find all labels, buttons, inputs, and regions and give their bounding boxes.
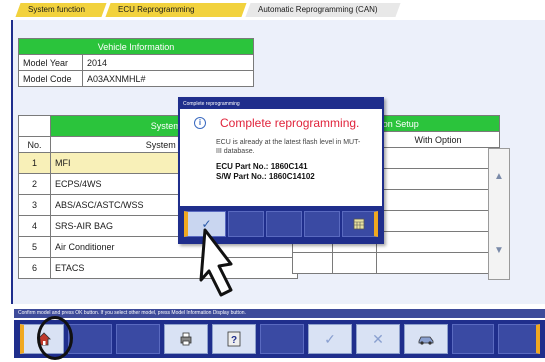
dialog-title: Complete reprogramming.	[220, 116, 360, 130]
print-button[interactable]	[164, 324, 208, 354]
cancel-button[interactable]: ✕	[356, 324, 400, 354]
blank-button[interactable]	[498, 324, 540, 354]
breadcrumb: System function ECU Reprogramming Automa…	[0, 0, 545, 20]
vehicle-info-header: Vehicle Information	[18, 38, 254, 55]
ecu-part-label: ECU Part No.:	[216, 162, 269, 171]
scroll-up-icon[interactable]: ▲	[494, 171, 504, 182]
tab-system-function[interactable]: System function	[15, 3, 107, 17]
dialog-title-bar: Complete reprogramming	[180, 99, 382, 109]
blank-button[interactable]	[68, 324, 112, 354]
hint-bar: Confirm model and press OK button. If yo…	[14, 309, 545, 318]
tab-automatic-reprogramming-label: Automatic Reprogramming (CAN)	[258, 5, 378, 14]
row-no: 2	[18, 173, 51, 195]
row-no: 4	[18, 215, 51, 237]
info-icon: i	[194, 117, 206, 129]
dialog-message: ECU is already at the latest flash level…	[216, 139, 361, 155]
help-button[interactable]: ?	[212, 324, 256, 354]
row-no: 1	[18, 152, 51, 174]
blank-button[interactable]	[452, 324, 494, 354]
svg-text:?: ?	[231, 335, 237, 346]
row-no: 3	[18, 194, 51, 216]
tab-ecu-reprogramming-label: ECU Reprogramming	[118, 5, 195, 14]
model-code-value: A03AXNMHL#	[82, 70, 254, 87]
table-row: Model Code A03AXNMHL#	[18, 70, 254, 87]
cancel-icon: ✕	[372, 330, 384, 347]
sw-part-value: 1860C14102	[268, 172, 315, 181]
sw-part-label: S/W Part No.:	[216, 172, 267, 181]
vehicle-button[interactable]	[404, 324, 448, 354]
scroll-down-icon[interactable]: ▼	[494, 245, 504, 256]
hand-cursor-icon	[199, 228, 233, 297]
bottom-toolbar: ? ✓ ✕	[14, 320, 545, 358]
model-code-label: Model Code	[18, 70, 83, 87]
print-icon	[180, 332, 192, 346]
tab-ecu-reprogramming[interactable]: ECU Reprogramming	[105, 3, 247, 17]
calendar-button[interactable]	[342, 211, 378, 237]
tab-system-function-label: System function	[28, 5, 85, 14]
home-highlight-circle	[37, 316, 73, 360]
blank-button[interactable]	[266, 211, 302, 237]
help-icon: ?	[227, 331, 241, 347]
table-row[interactable]	[292, 252, 500, 274]
column-header-no: No.	[18, 136, 51, 153]
blank-button[interactable]	[304, 211, 340, 237]
complete-reprogramming-dialog: Complete reprogramming i Complete reprog…	[178, 97, 384, 244]
vertical-scrollbar[interactable]: ▲ ▼	[488, 148, 510, 280]
vehicle-info-table: Vehicle Information Model Year 2014 Mode…	[18, 38, 254, 87]
ecu-part-value: 1860C141	[270, 162, 308, 171]
table-row: Model Year 2014	[18, 54, 254, 71]
row-no: 6	[18, 257, 51, 279]
column-header-with-option: With Option	[376, 131, 500, 148]
model-year-label: Model Year	[18, 54, 83, 71]
ok-button[interactable]: ✓	[308, 324, 352, 354]
row-no: 5	[18, 236, 51, 258]
tab-automatic-reprogramming[interactable]: Automatic Reprogramming (CAN)	[245, 3, 401, 17]
calendar-icon	[353, 218, 364, 230]
model-year-value: 2014	[82, 54, 254, 71]
checkmark-icon: ✓	[324, 330, 336, 347]
blank-button[interactable]	[260, 324, 304, 354]
vehicle-icon	[418, 336, 434, 345]
blank-button[interactable]	[116, 324, 160, 354]
